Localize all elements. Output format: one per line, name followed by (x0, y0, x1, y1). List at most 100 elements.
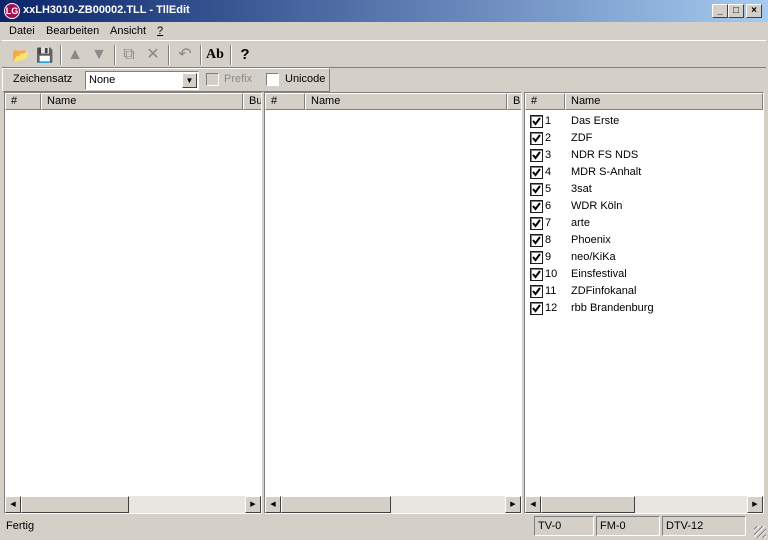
list-panel-right[interactable]: # Name 1 Das Erste 2 ZDF 3 NDR FS NDS 4 MDR S-A… (524, 92, 764, 514)
column-header-bu[interactable]: Bu (243, 93, 261, 110)
channel-name: arte (571, 217, 590, 229)
undo-icon[interactable]: ↶ (174, 44, 196, 66)
toolbar: 📂 💾 ▲ ▼ ⧉ ✕ ↶ Ab ? (2, 40, 766, 68)
checkmark-icon[interactable] (530, 200, 543, 213)
scroll-right-icon[interactable]: ▶ (747, 496, 763, 513)
column-header-number[interactable]: # (5, 93, 41, 110)
toolbar-separator (60, 45, 62, 65)
scroll-thumb[interactable] (281, 496, 391, 513)
list-item[interactable]: 9 neo/KiKa (527, 249, 757, 266)
maximize-button[interactable]: □ (728, 4, 744, 18)
channel-number: 2 (545, 132, 552, 144)
channel-name: ZDFinfokanal (571, 285, 637, 297)
channel-name: Das Erste (571, 115, 620, 127)
scroll-left-icon[interactable]: ◀ (5, 496, 21, 513)
scroll-thumb[interactable] (541, 496, 635, 513)
help-icon[interactable]: ? (234, 44, 256, 66)
menu-bar: Datei Bearbeiten Ansicht ? (0, 22, 768, 40)
resize-grip-icon[interactable] (754, 526, 766, 538)
list-item[interactable]: 1 Das Erste (527, 113, 757, 130)
list-item[interactable]: 5 3sat (527, 181, 757, 198)
checkmark-icon[interactable] (530, 268, 543, 281)
horizontal-scrollbar[interactable]: ◀ ▶ (525, 496, 763, 513)
channel-number: 10 (545, 268, 558, 280)
status-dtv-count: DTV-12 (662, 516, 746, 536)
move-up-icon[interactable]: ▲ (64, 44, 86, 66)
column-header-name[interactable]: Name (305, 93, 507, 110)
title-bar[interactable]: LG xxLH3010-ZB00002.TLL - TllEdit _ □ × (0, 0, 768, 22)
unicode-checkbox[interactable] (266, 73, 279, 86)
checkmark-icon[interactable] (530, 285, 543, 298)
scroll-thumb[interactable] (21, 496, 129, 513)
list-item[interactable]: 4 MDR S-Anhalt (527, 164, 757, 181)
column-header-name[interactable]: Name (41, 93, 243, 110)
prefix-label: Prefix (224, 73, 253, 85)
channel-name: rbb Brandenburg (571, 302, 654, 314)
toolbar-separator (168, 45, 170, 65)
channel-number: 7 (545, 217, 552, 229)
charset-value: None (89, 74, 116, 86)
charset-select[interactable]: None ▼ (85, 71, 199, 90)
checkmark-icon[interactable] (530, 132, 543, 145)
list-item[interactable]: 12 rbb Brandenburg (527, 300, 757, 317)
menu-ansicht[interactable]: Ansicht (110, 25, 146, 37)
menu-bearbeiten[interactable]: Bearbeiten (46, 25, 99, 37)
checkmark-icon[interactable] (530, 183, 543, 196)
list-item[interactable]: 3 NDR FS NDS (527, 147, 757, 164)
prefix-checkbox[interactable] (206, 73, 219, 86)
list-item[interactable]: 11 ZDFinfokanal (527, 283, 757, 300)
channel-name: NDR FS NDS (571, 149, 639, 161)
list-panel-left[interactable]: # Name Bu ◀ ▶ (4, 92, 262, 514)
window-title: xxLH3010-ZB00002.TLL - TllEdit (23, 4, 190, 16)
channel-number: 9 (545, 251, 552, 263)
menu-datei[interactable]: Datei (9, 25, 35, 37)
list-item[interactable]: 2 ZDF (527, 130, 757, 147)
column-header-number[interactable]: # (265, 93, 305, 110)
scroll-left-icon[interactable]: ◀ (265, 496, 281, 513)
column-header-bu[interactable]: Bu (507, 93, 521, 110)
list-item[interactable]: 6 WDR Köln (527, 198, 757, 215)
list-item[interactable]: 7 arte (527, 215, 757, 232)
checkmark-icon[interactable] (530, 302, 543, 315)
minimize-button[interactable]: _ (712, 4, 728, 18)
channel-number: 11 (545, 285, 557, 297)
channel-name: neo/KiKa (571, 251, 616, 263)
open-icon[interactable]: 📂 (10, 44, 32, 66)
list-item[interactable]: 10 Einsfestival (527, 266, 757, 283)
chevron-down-icon[interactable]: ▼ (182, 73, 197, 88)
checkmark-icon[interactable] (530, 115, 543, 128)
list-item[interactable]: 8 Phoenix (527, 232, 757, 249)
channel-name: MDR S-Anhalt (571, 166, 642, 178)
channel-name: WDR Köln (571, 200, 623, 212)
save-icon[interactable]: 💾 (34, 44, 56, 66)
scroll-right-icon[interactable]: ▶ (245, 496, 261, 513)
channel-number: 4 (545, 166, 552, 178)
toolbar-separator (114, 45, 116, 65)
checkmark-icon[interactable] (530, 217, 543, 230)
checkmark-icon[interactable] (530, 251, 543, 264)
status-fm-count: FM-0 (596, 516, 660, 536)
checkmark-icon[interactable] (530, 149, 543, 162)
app-icon[interactable]: LG (4, 3, 20, 19)
scroll-right-icon[interactable]: ▶ (505, 496, 521, 513)
column-header-number[interactable]: # (525, 93, 565, 110)
channel-name: 3sat (571, 183, 592, 195)
checkmark-icon[interactable] (530, 166, 543, 179)
scroll-left-icon[interactable]: ◀ (525, 496, 541, 513)
delete-icon[interactable]: ✕ (142, 44, 164, 66)
move-down-icon[interactable]: ▼ (88, 44, 110, 66)
close-button[interactable]: × (746, 4, 762, 18)
list-panel-middle[interactable]: # Name Bu ◀ ▶ (264, 92, 522, 514)
horizontal-scrollbar[interactable]: ◀ ▶ (265, 496, 521, 513)
copy-icon[interactable]: ⧉ (118, 44, 140, 66)
toolbar-separator (200, 45, 202, 65)
column-header-name[interactable]: Name (565, 93, 763, 110)
font-icon[interactable]: Ab (204, 44, 226, 66)
channel-number: 3 (545, 149, 552, 161)
menu-help[interactable]: ? (157, 25, 163, 37)
horizontal-scrollbar[interactable]: ◀ ▶ (5, 496, 261, 513)
channel-name: Einsfestival (571, 268, 627, 280)
checkmark-icon[interactable] (530, 234, 543, 247)
options-bar: Zeichensatz None ▼ Prefix Unicode (2, 68, 330, 92)
channel-number: 8 (545, 234, 552, 246)
